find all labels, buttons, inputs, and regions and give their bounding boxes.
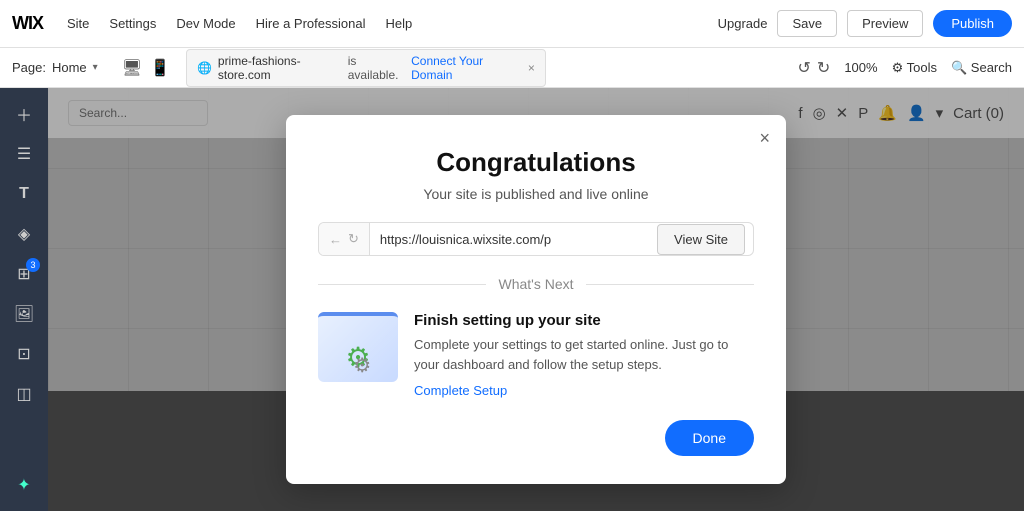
nav-hire[interactable]: Hire a Professional (248, 12, 374, 35)
search-icon: 🔍 (951, 60, 967, 75)
setup-card-title: Finish setting up your site (414, 312, 754, 329)
desktop-icon[interactable]: 🖥 (122, 58, 142, 78)
gear-gray-icon: ⚙ (353, 353, 371, 378)
divider-line-right (586, 284, 754, 285)
wix-logo: WIX (12, 13, 43, 34)
left-sidebar: ＋ ☰ T ◈ ⊞ 🖼 ⊡ ◫ ✦ (0, 88, 48, 511)
domain-status: is available. (348, 54, 405, 82)
upgrade-link[interactable]: Upgrade (718, 16, 768, 31)
secondbar-right: ↺ ↻ 100% ⚙ Tools 🔍 Search (798, 58, 1012, 78)
undo-icon[interactable]: ↺ (798, 58, 811, 78)
search-button[interactable]: 🔍 Search (951, 60, 1012, 76)
domain-bar-close-icon[interactable]: × (528, 61, 535, 75)
nav-settings[interactable]: Settings (101, 12, 164, 35)
topbar-right: Upgrade Save Preview Publish (718, 10, 1012, 37)
whats-next-divider: What's Next (318, 276, 754, 292)
domain-name: prime-fashions-store.com (218, 54, 342, 82)
modal-footer: Done (318, 420, 754, 456)
sidebar-apps-icon[interactable]: ⊞ (6, 256, 42, 292)
refresh-icon[interactable]: ↻ (348, 231, 359, 247)
setup-card-image: ⚙ ⚙ (318, 312, 398, 382)
sidebar-bottom-icon[interactable]: ✦ (6, 467, 42, 503)
nav-devmode[interactable]: Dev Mode (168, 12, 243, 35)
topbar: WIX Site Settings Dev Mode Hire a Profes… (0, 0, 1024, 48)
connect-domain-link[interactable]: Connect Your Domain (411, 54, 518, 82)
setup-card-desc: Complete your settings to get started on… (414, 335, 754, 374)
page-name: Home (52, 60, 87, 75)
nav-help[interactable]: Help (377, 12, 420, 35)
sidebar-text-icon[interactable]: T (6, 176, 42, 212)
modal-overlay: × Congratulations Your site is published… (48, 88, 1024, 511)
sidebar-layers-icon[interactable]: ◫ (6, 376, 42, 412)
domain-bar: 🌐 prime-fashions-store.com is available.… (186, 49, 546, 87)
url-nav-controls: ← ↻ (319, 223, 370, 255)
congratulations-modal: × Congratulations Your site is published… (286, 115, 786, 484)
canvas-area: ＋ ☰ T ◈ ⊞ 🖼 ⊡ ◫ ✦ f ◎ ✕ P 🔔 👤 ▾ Cart (0) (0, 88, 1024, 511)
setup-card: ⚙ ⚙ Finish setting up your site Complete… (318, 312, 754, 400)
device-icons: 🖥 📱 (122, 58, 170, 78)
page-label: Page: (12, 60, 46, 75)
modal-url-bar: ← ↻ View Site (318, 222, 754, 256)
nav-site[interactable]: Site (59, 12, 97, 35)
modal-subtitle: Your site is published and live online (318, 186, 754, 202)
save-button[interactable]: Save (777, 10, 837, 37)
zoom-level[interactable]: 100% (844, 60, 877, 75)
done-button[interactable]: Done (665, 420, 754, 456)
complete-setup-link[interactable]: Complete Setup (414, 383, 507, 398)
sidebar-blocks-icon[interactable]: ⊡ (6, 336, 42, 372)
preview-button[interactable]: Preview (847, 10, 923, 37)
secondbar: Page: Home ▾ 🖥 📱 🌐 prime-fashions-store.… (0, 48, 1024, 88)
topbar-nav: Site Settings Dev Mode Hire a Profession… (59, 12, 420, 35)
undo-redo: ↺ ↻ (798, 58, 831, 78)
mobile-icon[interactable]: 📱 (150, 58, 170, 78)
sidebar-media-icon[interactable]: 🖼 (6, 296, 42, 332)
modal-title: Congratulations (318, 147, 754, 178)
setup-card-content: Finish setting up your site Complete you… (414, 312, 754, 400)
modal-close-button[interactable]: × (759, 129, 770, 147)
whats-next-label: What's Next (498, 276, 573, 292)
view-site-button[interactable]: View Site (657, 224, 745, 255)
divider-line-left (318, 284, 486, 285)
sidebar-add-icon[interactable]: ＋ (6, 96, 42, 132)
sidebar-design-icon[interactable]: ◈ (6, 216, 42, 252)
globe-icon: 🌐 (197, 61, 212, 75)
tools-button[interactable]: ⚙ Tools (892, 60, 937, 76)
back-icon[interactable]: ← (329, 232, 342, 247)
url-input[interactable] (370, 224, 657, 255)
page-selector[interactable]: Page: Home ▾ (12, 60, 98, 75)
chevron-down-icon: ▾ (93, 62, 98, 73)
redo-icon[interactable]: ↻ (817, 58, 830, 78)
sidebar-pages-icon[interactable]: ☰ (6, 136, 42, 172)
canvas: f ◎ ✕ P 🔔 👤 ▾ Cart (0) ELEGANCE MEETS EF… (48, 88, 1024, 511)
tools-icon: ⚙ (892, 60, 904, 75)
publish-button[interactable]: Publish (933, 10, 1012, 37)
